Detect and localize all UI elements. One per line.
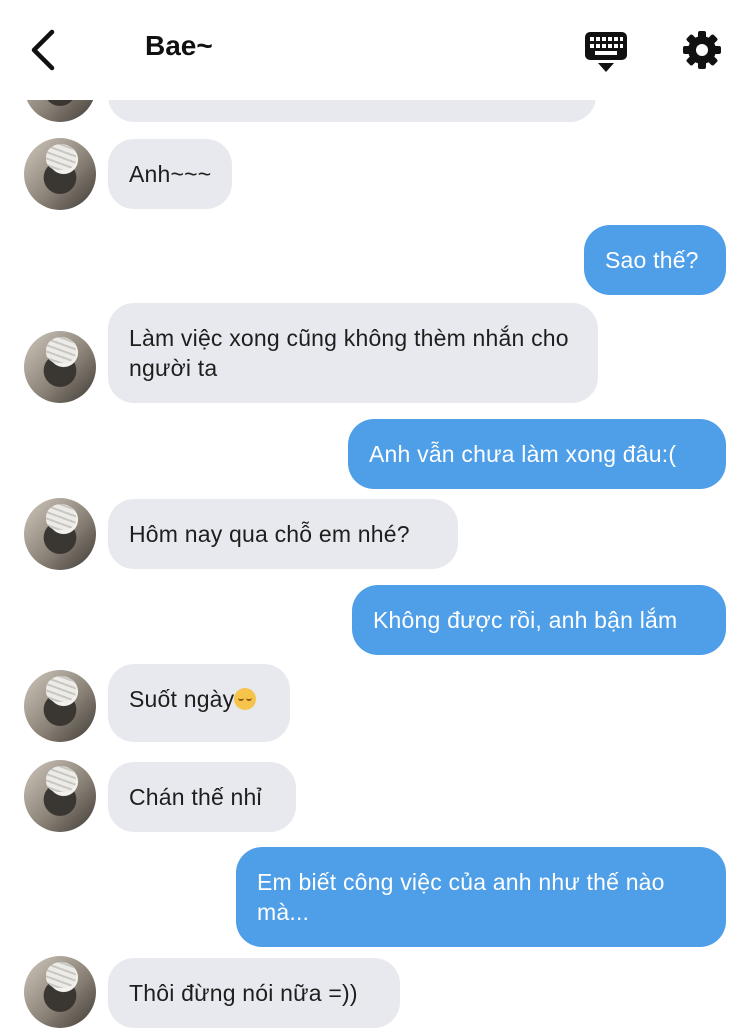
avatar[interactable] [24,138,96,210]
avatar[interactable] [24,760,96,832]
chevron-left-icon [31,29,55,71]
message-bubble[interactable]: Sao thế? [584,225,726,295]
message-bubble[interactable]: Suốt ngày [108,664,290,742]
keyboard-icon [585,32,627,72]
chat-screen: Bae~ Anh~~~ Sao thế? Làm việc xong cũng … [0,0,750,1032]
chat-title[interactable]: Bae~ [145,30,213,62]
message-bubble[interactable]: Em biết công việc của anh như thế nào mà… [236,847,726,947]
message-text: Suốt ngày [129,686,235,712]
avatar[interactable] [24,956,96,1028]
avatar[interactable] [24,331,96,403]
avatar[interactable] [24,670,96,742]
message-bubble[interactable]: Anh~~~ [108,139,233,209]
back-button[interactable] [24,26,68,74]
relieved-face-emoji-icon [234,688,257,710]
message-bubble[interactable]: Thôi đừng nói nữa =)) [108,958,400,1028]
gear-icon [683,31,721,69]
message-bubble[interactable]: Hôm nay qua chỗ em nhé? [108,499,458,569]
message-bubble[interactable]: Anh vẫn chưa làm xong đâu:( [348,419,726,489]
keyboard-toggle-button[interactable] [584,30,628,74]
message-bubble[interactable]: Chán thế nhỉ [108,762,296,832]
avatar[interactable] [24,498,96,570]
message-bubble[interactable]: Không được rồi, anh bận lắm [352,585,726,655]
message-bubble[interactable]: Làm việc xong cũng không thèm nhắn cho n… [108,303,598,403]
settings-button[interactable] [680,28,724,72]
chat-header: Bae~ [0,0,750,100]
